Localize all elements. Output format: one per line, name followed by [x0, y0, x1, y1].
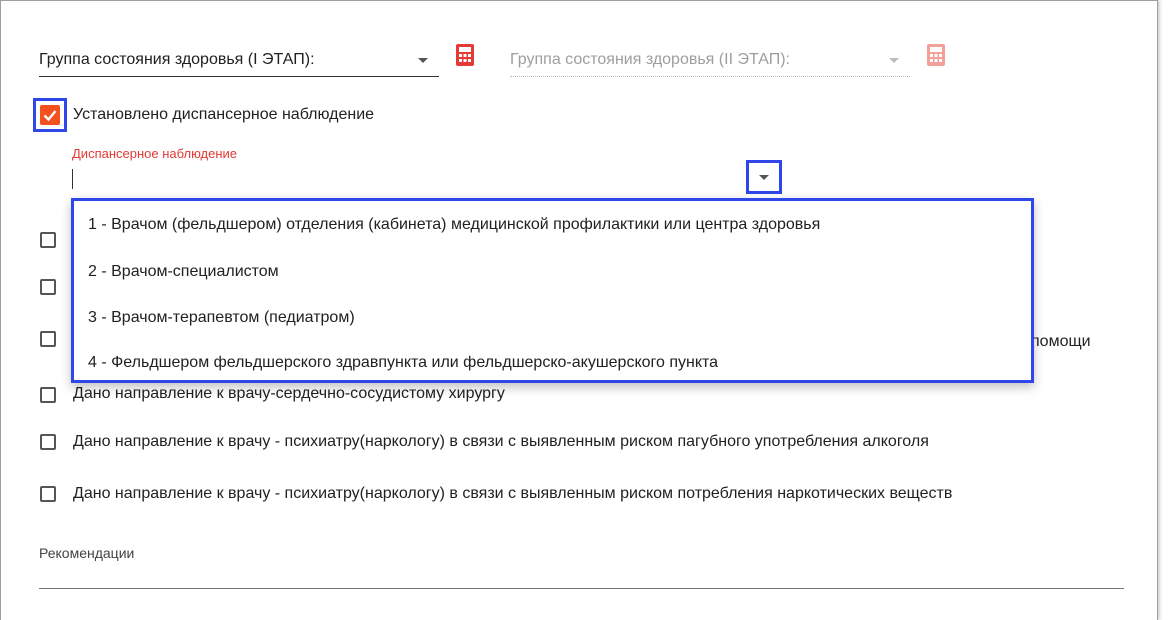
dropdown-option-3[interactable]: 3 - Врачом-терапевтом (педиатром) [88, 309, 355, 327]
caret-down-icon [889, 58, 899, 63]
calculator-icon [927, 44, 945, 66]
checkbox-psychiatrist-alcohol[interactable] [40, 434, 56, 450]
dropdown-option-1[interactable]: 1 - Врачом (фельдшером) отделения (кабин… [88, 216, 820, 234]
dispensary-field-input[interactable] [72, 168, 752, 190]
checkbox-cardio-surgeon[interactable] [40, 387, 56, 403]
dispensary-checkbox-label: Установлено диспансерное наблюдение [73, 106, 375, 123]
checkbox-3-label: помощи [1031, 333, 1091, 350]
checkbox-3[interactable] [40, 331, 56, 347]
health-group-stage1-underline [39, 76, 439, 77]
health-group-stage2-select[interactable]: Группа состояния здоровья (II ЭТАП): [510, 51, 790, 69]
recommendations-input[interactable] [39, 566, 1124, 588]
health-group-stage1-select[interactable]: Группа состояния здоровья (I ЭТАП): [39, 51, 315, 69]
checkbox-psychiatrist-drugs[interactable] [40, 486, 56, 502]
recommendations-label: Рекомендации [39, 545, 135, 561]
checkbox-psychiatrist-alcohol-label: Дано направление к врачу - психиатру(нар… [73, 433, 929, 450]
dropdown-option-4[interactable]: 4 - Фельдшером фельдшерского здравпункта… [88, 354, 718, 372]
checkbox-1[interactable] [40, 232, 56, 248]
check-icon [43, 110, 57, 122]
checkbox-psychiatrist-drugs-label: Дано направление к врачу - психиатру(нар… [73, 485, 953, 502]
health-group-stage2-underline [510, 76, 910, 77]
caret-down-icon[interactable] [759, 175, 769, 180]
dispensary-dropdown-menu: 1 - Врачом (фельдшером) отделения (кабин… [71, 198, 1034, 383]
dispensary-checkbox[interactable] [40, 105, 60, 125]
dropdown-option-2[interactable]: 2 - Врачом-специалистом [88, 263, 279, 281]
caret-down-icon[interactable] [418, 58, 428, 63]
calculator-icon[interactable] [455, 43, 475, 67]
recommendations-underline [39, 588, 1124, 589]
dispensary-field-label: Диспансерное наблюдение [72, 146, 238, 161]
checkbox-cardio-surgeon-label: Дано направление к врачу-сердечно-сосуди… [73, 385, 505, 402]
checkbox-2[interactable] [40, 279, 56, 295]
